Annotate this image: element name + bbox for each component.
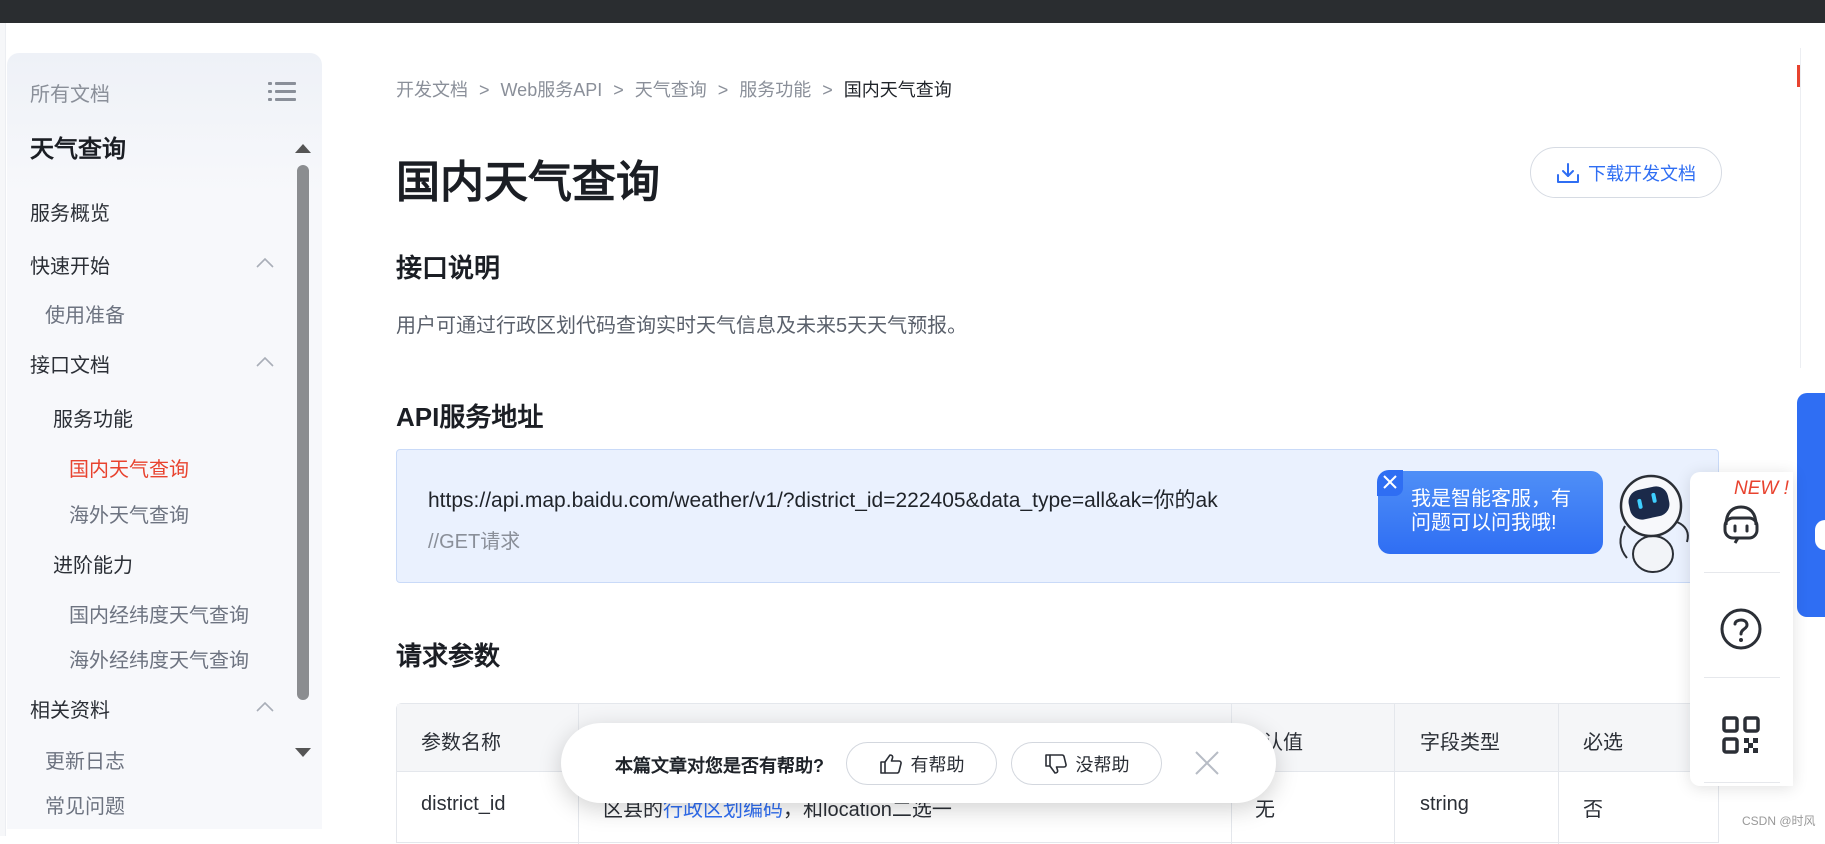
thumbs-up-icon (879, 753, 902, 774)
not-helpful-button[interactable]: 没帮助 (1011, 742, 1162, 785)
sidebar-item-overseas-weather[interactable]: 海外天气查询 (69, 499, 189, 528)
not-helpful-label: 没帮助 (1075, 754, 1130, 775)
sidebar-item-overview[interactable]: 服务概览 (30, 197, 110, 226)
toc-active-marker (1797, 65, 1800, 87)
breadcrumb-current: 国内天气查询 (843, 80, 952, 100)
feedback-popup: 本篇文章对您是否有帮助? 有帮助 没帮助 (561, 723, 1276, 803)
right-float-panel: NEW ! (1690, 472, 1793, 786)
download-docs-label: 下载开发文档 (1588, 163, 1696, 184)
feedback-question: 本篇文章对您是否有帮助? (615, 756, 824, 776)
sidebar-item-changelog[interactable]: 更新日志 (45, 745, 125, 774)
code-comment: //GET请求 (428, 531, 521, 553)
help-question-icon[interactable] (1718, 606, 1764, 652)
scroll-up-arrow[interactable] (295, 144, 311, 153)
section-heading-params: 请求参数 (396, 641, 501, 671)
breadcrumb: 开发文档 > Web服务API > 天气查询 > 服务功能 > 国内天气查询 (396, 76, 952, 102)
breadcrumb-item[interactable]: 开发文档 (396, 76, 468, 102)
page-title: 国内天气查询 (396, 158, 660, 207)
window-left-edge (0, 23, 6, 836)
breadcrumb-separator: > (479, 80, 490, 100)
breadcrumb-separator: > (822, 80, 833, 100)
sidebar: 所有文档 天气查询 服务概览 快速开始 使用准备 接口文档 服务功能 国内天气查… (7, 53, 322, 829)
customer-service-icon[interactable] (1718, 501, 1764, 547)
close-icon[interactable] (1193, 749, 1221, 777)
bubble-line: 问题可以问我哦! (1411, 512, 1557, 534)
param-type-cell: string (1420, 793, 1469, 815)
section-heading-api: API服务地址 (396, 402, 544, 432)
breadcrumb-item[interactable]: 服务功能 (739, 76, 811, 102)
sidebar-item-quickstart[interactable]: 快速开始 (30, 250, 110, 279)
sidebar-item-resources[interactable]: 相关资料 (30, 694, 110, 723)
robot-mascot-icon[interactable] (1613, 466, 1695, 576)
sidebar-item-domestic-latlng[interactable]: 国内经纬度天气查询 (69, 599, 249, 628)
breadcrumb-separator: > (613, 80, 624, 100)
sidebar-item-faq[interactable]: 常见问题 (45, 790, 125, 819)
panel-divider (1704, 782, 1780, 783)
column-header: 字段类型 (1420, 732, 1500, 754)
breadcrumb-item[interactable]: 天气查询 (635, 76, 707, 102)
close-icon (1383, 475, 1397, 489)
scroll-down-arrow[interactable] (295, 748, 311, 757)
bubble-line: 我是智能客服，有 (1411, 488, 1571, 510)
panel-divider (1704, 677, 1780, 678)
interface-description: 用户可通过行政区划代码查询实时天气信息及未来5天天气预报。 (396, 315, 968, 337)
all-docs-link[interactable]: 所有文档 (30, 78, 110, 107)
sidebar-item-advanced[interactable]: 进阶能力 (53, 549, 133, 578)
sidebar-item-api-docs[interactable]: 接口文档 (30, 349, 110, 378)
api-url: https://api.map.baidu.com/weather/v1/?di… (428, 489, 1218, 512)
chevron-up-icon[interactable] (255, 700, 275, 714)
side-blue-tab[interactable] (1797, 393, 1825, 617)
chevron-up-icon[interactable] (255, 355, 275, 369)
bubble-close-button[interactable] (1377, 470, 1403, 496)
section-heading-interface: 接口说明 (396, 253, 501, 283)
table-divider (1394, 704, 1395, 844)
param-name-cell: district_id (421, 793, 506, 815)
table-divider (1558, 704, 1559, 844)
sidebar-title: 天气查询 (30, 136, 126, 163)
sidebar-item-overseas-latlng[interactable]: 海外经纬度天气查询 (69, 644, 249, 673)
sidebar-item-service-features[interactable]: 服务功能 (53, 403, 133, 432)
menu-list-icon[interactable] (268, 81, 296, 103)
panel-divider (1704, 572, 1780, 573)
helpful-button[interactable]: 有帮助 (846, 742, 997, 785)
breadcrumb-item[interactable]: Web服务API (501, 76, 603, 102)
watermark: CSDN @时风 (1742, 814, 1816, 828)
chevron-up-icon[interactable] (255, 256, 275, 270)
new-badge: NEW ! (1734, 478, 1789, 499)
download-icon (1557, 162, 1579, 183)
column-header: 参数名称 (421, 732, 501, 754)
sidebar-item-domestic-weather[interactable]: 国内天气查询 (69, 453, 189, 482)
download-docs-button[interactable]: 下载开发文档 (1530, 147, 1722, 198)
assistant-bubble[interactable]: 我是智能客服，有 问题可以问我哦! (1378, 471, 1603, 554)
param-required-cell: 否 (1583, 799, 1603, 821)
helpful-label: 有帮助 (910, 754, 965, 775)
param-default-cell: 无 (1255, 799, 1275, 821)
sidebar-item-preparation[interactable]: 使用准备 (45, 299, 125, 328)
sidebar-scrollbar[interactable] (297, 165, 309, 700)
column-header: 必选 (1583, 732, 1623, 754)
top-navbar (0, 0, 1825, 23)
toc-rule (1800, 48, 1801, 368)
breadcrumb-separator: > (717, 80, 729, 100)
qr-code-icon[interactable] (1718, 712, 1764, 758)
thumbs-down-icon (1044, 753, 1067, 774)
side-tab-handle[interactable] (1815, 520, 1825, 550)
